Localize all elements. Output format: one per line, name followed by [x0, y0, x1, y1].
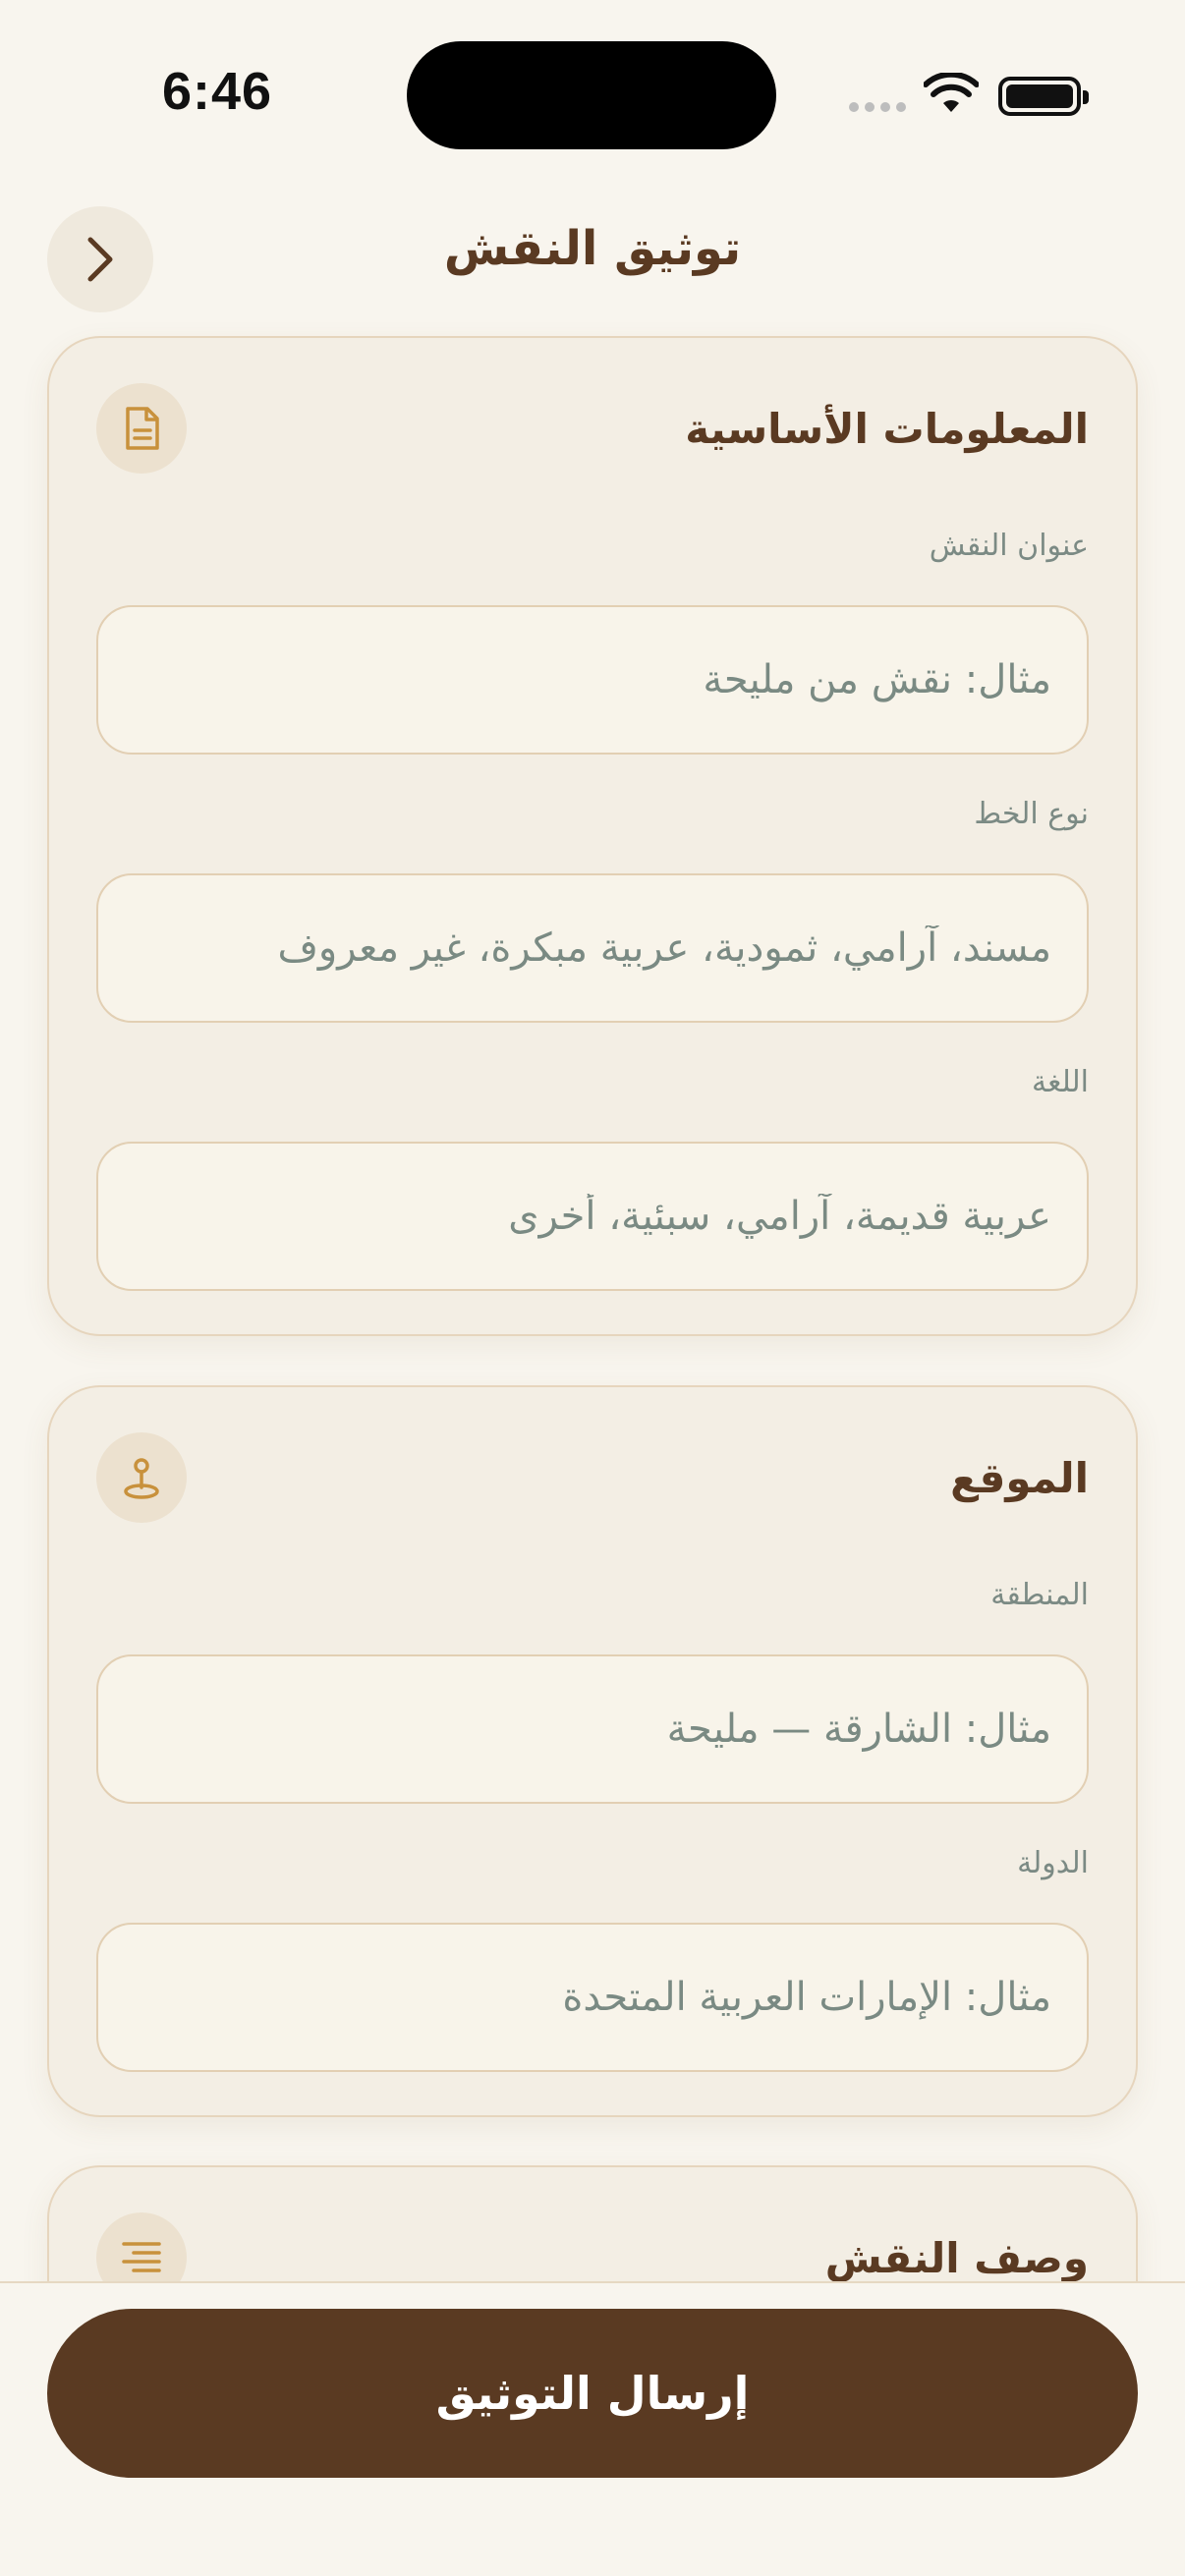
inscription-title-field[interactable] — [96, 605, 1089, 755]
map-pin-icon — [96, 1432, 187, 1523]
signal-icon — [849, 102, 906, 112]
basic-info-header: المعلومات الأساسية — [96, 383, 1089, 474]
region-input[interactable] — [98, 1656, 1087, 1802]
document-icon — [96, 383, 187, 474]
field-label-script: نوع الخط — [974, 797, 1089, 831]
submit-button[interactable]: إرسال التوثيق — [47, 2309, 1138, 2478]
region-field[interactable] — [96, 1654, 1089, 1804]
location-card: الموقع المنطقة الدولة — [47, 1385, 1138, 2117]
field-label-country: الدولة — [1017, 1846, 1089, 1880]
field-label-language: اللغة — [1032, 1065, 1089, 1099]
country-input[interactable] — [98, 1925, 1087, 2070]
battery-icon — [998, 77, 1089, 116]
basic-info-title: المعلومات الأساسية — [685, 404, 1089, 453]
language-input[interactable] — [98, 1144, 1087, 1289]
page-title: توثيق النقش — [443, 221, 742, 276]
bottom-bar: إرسال التوثيق — [0, 2281, 1185, 2576]
field-label-region: المنطقة — [990, 1578, 1089, 1612]
basic-info-card: المعلومات الأساسية عنوان النقش نوع الخط … — [47, 336, 1138, 1336]
inscription-title-input[interactable] — [98, 607, 1087, 753]
screen: 6:46 توثيق النقش المعلومات الأساسية عنوا… — [0, 0, 1185, 2576]
script-type-field[interactable] — [96, 873, 1089, 1023]
wifi-icon — [924, 73, 979, 112]
field-label-title: عنوان النقش — [929, 529, 1089, 563]
description-title: وصف النقش — [824, 2233, 1089, 2282]
script-type-input[interactable] — [98, 875, 1087, 1021]
country-field[interactable] — [96, 1923, 1089, 2072]
location-title: الموقع — [950, 1453, 1089, 1502]
dynamic-island — [407, 41, 776, 149]
language-field[interactable] — [96, 1142, 1089, 1291]
location-header: الموقع — [96, 1432, 1089, 1523]
status-time: 6:46 — [162, 62, 273, 121]
